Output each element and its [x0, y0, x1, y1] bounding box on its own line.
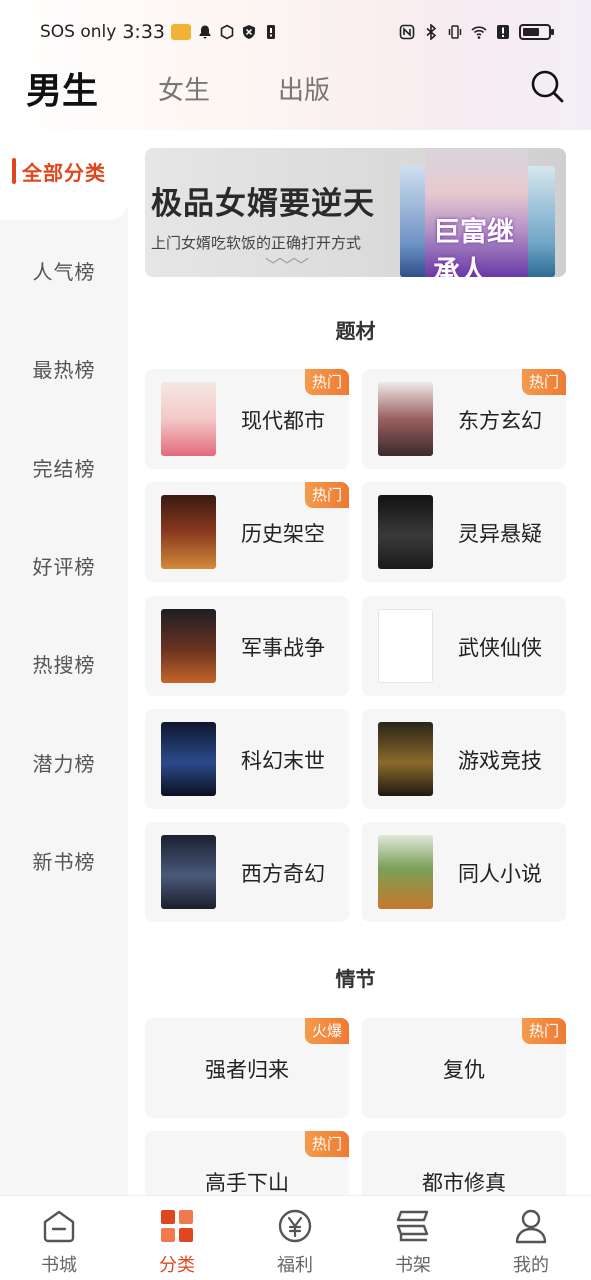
- nav-item-bookstore[interactable]: 书城: [0, 1196, 118, 1280]
- sidebar-item-potential[interactable]: 潜力榜: [0, 748, 128, 777]
- category-card[interactable]: 游戏竞技: [362, 709, 566, 809]
- battery-icon: [519, 24, 554, 40]
- nav-label: 我的: [513, 1255, 549, 1276]
- book-cover: [161, 609, 216, 683]
- bottom-nav: 书城 分类 福利 书架 我的: [0, 1195, 591, 1280]
- book-cover: [161, 382, 216, 456]
- category-card[interactable]: 灵异悬疑: [362, 482, 566, 582]
- nav-item-category[interactable]: 分类: [118, 1196, 236, 1280]
- banner-decoration: ﹀﹀﹀: [265, 256, 309, 275]
- category-label: 历史架空: [241, 522, 325, 546]
- nav-item-benefits[interactable]: 福利: [236, 1196, 354, 1280]
- status-left: SOS only 3:33: [40, 21, 279, 43]
- category-card[interactable]: 同人小说: [362, 822, 566, 922]
- banner-cover-main: 巨富继承人: [425, 148, 528, 277]
- status-right: [399, 24, 554, 40]
- cube-icon: [220, 24, 234, 40]
- tab-male[interactable]: 男生: [26, 62, 98, 114]
- plot-card[interactable]: 复仇 热门: [362, 1018, 566, 1118]
- book-cover: [161, 722, 216, 796]
- book-cover: [378, 382, 433, 456]
- yen-icon: [278, 1209, 312, 1243]
- nav-label: 书城: [41, 1255, 77, 1276]
- hot-badge: 热门: [304, 1131, 349, 1157]
- shield-icon: [243, 25, 255, 39]
- alert-battery-icon: [267, 25, 275, 39]
- banner-covers: 巨富继承人: [400, 148, 566, 277]
- sidebar-item-rated[interactable]: 好评榜: [0, 551, 128, 580]
- sidebar-item-new[interactable]: 新书榜: [0, 846, 128, 875]
- promo-banner[interactable]: 极品女婿要逆天 上门女婿吃软饭的正确打开方式 ﹀﹀﹀ 巨富继承人: [145, 148, 566, 277]
- category-label: 武侠仙侠: [458, 636, 542, 660]
- status-time: 3:33: [122, 21, 165, 43]
- hot-badge: 热门: [521, 369, 566, 395]
- book-cover: [161, 495, 216, 569]
- category-label: 游戏竞技: [458, 749, 542, 773]
- category-card[interactable]: 科幻末世: [145, 709, 349, 809]
- category-card[interactable]: 西方奇幻: [145, 822, 349, 922]
- bell-icon: [199, 25, 211, 39]
- nav-item-bookshelf[interactable]: 书架: [354, 1196, 472, 1280]
- banner-subtitle: 上门女婿吃软饭的正确打开方式: [151, 234, 362, 252]
- book-cover: [378, 609, 433, 683]
- nav-label: 分类: [159, 1255, 195, 1276]
- book-cover: [378, 835, 433, 909]
- section-title-theme: 题材: [335, 319, 376, 343]
- nav-item-profile[interactable]: 我的: [472, 1196, 590, 1280]
- sidebar-item-all[interactable]: 全部分类: [0, 157, 128, 186]
- category-icon: [161, 1210, 193, 1242]
- carrier-text: SOS only: [40, 22, 117, 42]
- category-label: 科幻末世: [241, 749, 325, 773]
- book-cover: [378, 722, 433, 796]
- home-icon: [43, 1210, 75, 1243]
- category-card[interactable]: 现代都市 热门: [145, 369, 349, 469]
- book-cover: [161, 835, 216, 909]
- category-label: 西方奇幻: [241, 862, 325, 886]
- wifi-icon: [471, 26, 487, 39]
- category-card[interactable]: 东方玄幻 热门: [362, 369, 566, 469]
- nfc-icon: [399, 24, 415, 40]
- category-card[interactable]: 军事战争: [145, 596, 349, 696]
- book-cover: [378, 495, 433, 569]
- bookshelf-icon: [396, 1210, 429, 1242]
- sidebar-item-hottest[interactable]: 最热榜: [0, 354, 128, 383]
- plot-card[interactable]: 强者归来 火爆: [145, 1018, 349, 1118]
- banner-cover-title: 巨富继承人: [433, 217, 514, 277]
- status-bar: SOS only 3:33: [0, 0, 591, 64]
- category-label: 同人小说: [458, 862, 542, 886]
- category-label: 灵异悬疑: [458, 522, 542, 546]
- banner-title: 极品女婿要逆天: [151, 186, 375, 222]
- vibrate-icon: [448, 25, 462, 39]
- notification-app-icon: [171, 24, 191, 40]
- category-card[interactable]: 历史架空 热门: [145, 482, 349, 582]
- category-label: 军事战争: [241, 636, 325, 660]
- sidebar-item-trending-search[interactable]: 热搜榜: [0, 649, 128, 678]
- top-tabs: 男生 女生 出版: [0, 60, 591, 112]
- sidebar-item-popular[interactable]: 人气榜: [0, 256, 128, 285]
- plot-label: 强者归来: [205, 1058, 289, 1082]
- category-label: 现代都市: [241, 409, 325, 433]
- hot-badge: 热门: [521, 1018, 566, 1044]
- hot-badge: 热门: [304, 482, 349, 508]
- bluetooth-icon: [426, 24, 437, 40]
- plot-label: 高手下山: [205, 1171, 289, 1195]
- sidebar-item-completed[interactable]: 完结榜: [0, 453, 128, 482]
- signal-alert-icon: [497, 25, 509, 39]
- section-title-plot: 情节: [335, 967, 376, 991]
- tab-publish[interactable]: 出版: [278, 70, 330, 107]
- category-label: 东方玄幻: [458, 409, 542, 433]
- tab-female[interactable]: 女生: [158, 70, 210, 107]
- fire-badge: 火爆: [304, 1018, 349, 1044]
- profile-icon: [515, 1209, 547, 1244]
- plot-label: 复仇: [443, 1058, 485, 1082]
- category-card[interactable]: 武侠仙侠: [362, 596, 566, 696]
- hot-badge: 热门: [304, 369, 349, 395]
- plot-label: 都市修真: [422, 1171, 506, 1195]
- search-icon[interactable]: [529, 68, 565, 104]
- nav-label: 福利: [277, 1255, 313, 1276]
- nav-label: 书架: [395, 1255, 431, 1276]
